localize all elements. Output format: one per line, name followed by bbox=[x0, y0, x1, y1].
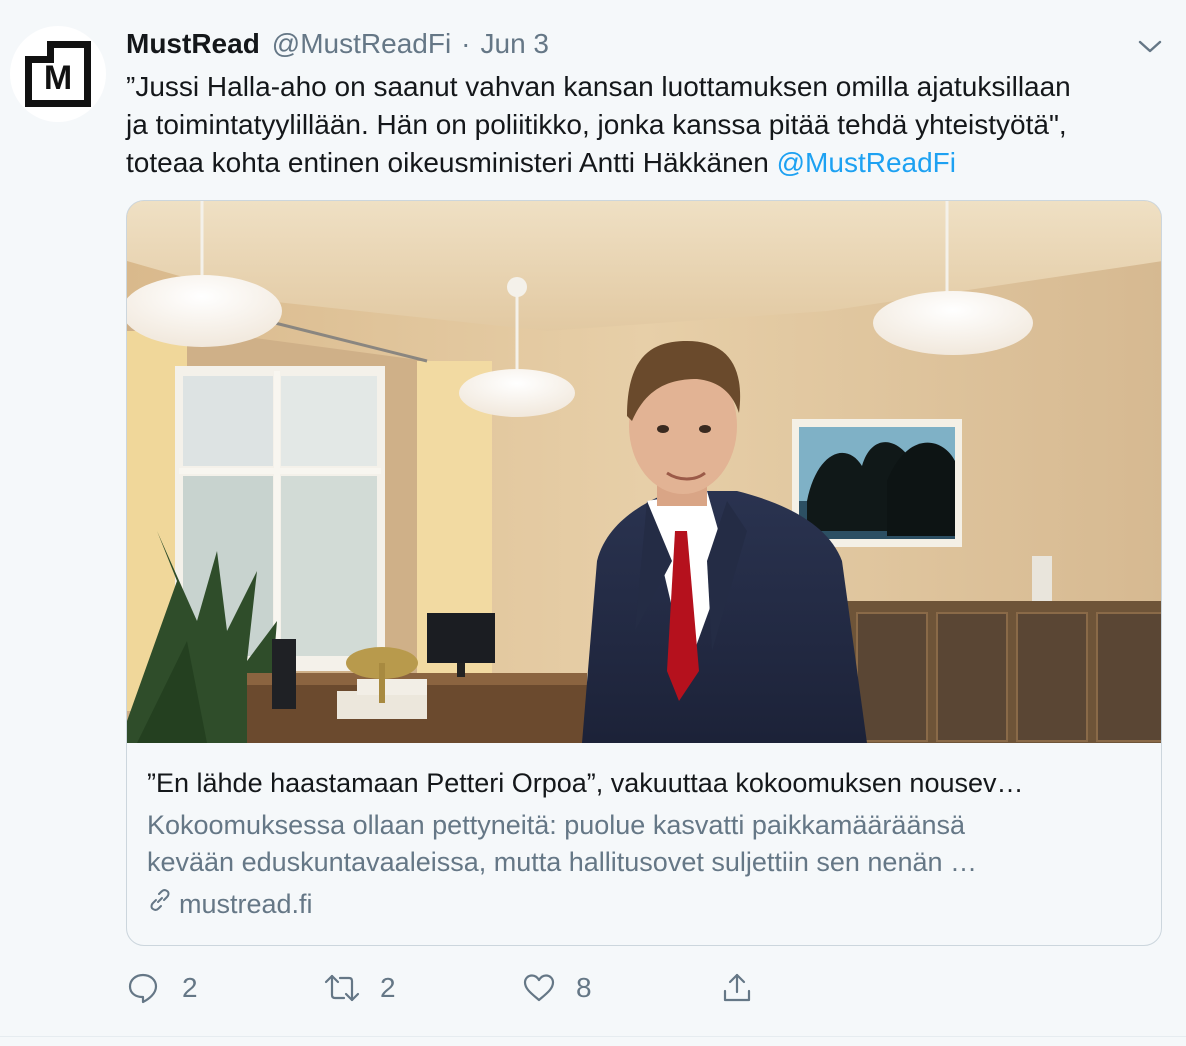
mustread-logo: M bbox=[25, 41, 91, 107]
link-card[interactable]: ”En lähde haastamaan Petteri Orpoa”, vak… bbox=[126, 200, 1162, 946]
retweet-icon bbox=[322, 971, 362, 1005]
chevron-down-icon[interactable] bbox=[1136, 32, 1164, 60]
tweet-actions: 2 2 8 bbox=[126, 968, 826, 1008]
divider bbox=[0, 1036, 1186, 1037]
like-button[interactable]: 8 bbox=[522, 968, 592, 1008]
tweet-header: MustRead @MustReadFi · Jun 3 bbox=[126, 27, 549, 61]
tweet[interactable]: M MustRead @MustReadFi · Jun 3 ”Jussi Ha… bbox=[0, 0, 1186, 1046]
link-icon bbox=[147, 887, 179, 921]
retweet-count: 2 bbox=[380, 972, 396, 1003]
tweet-text-line: toteaa kohta entinen oikeusministeri Ant… bbox=[126, 144, 1171, 182]
like-icon bbox=[522, 971, 556, 1005]
card-domain[interactable]: mustread.fi bbox=[147, 887, 1147, 921]
reply-count: 2 bbox=[182, 972, 198, 1003]
card-title[interactable]: ”En lähde haastamaan Petteri Orpoa”, vak… bbox=[147, 763, 1147, 803]
tweet-text-segment: toteaa kohta entinen oikeusministeri Ant… bbox=[126, 147, 777, 178]
display-name[interactable]: MustRead bbox=[126, 28, 260, 60]
mention-link[interactable]: @MustReadFi bbox=[777, 147, 956, 178]
share-icon bbox=[720, 971, 754, 1005]
retweet-button[interactable]: 2 bbox=[322, 968, 396, 1008]
tweet-date[interactable]: Jun 3 bbox=[481, 28, 550, 60]
like-count: 8 bbox=[576, 972, 592, 1003]
card-body: ”En lähde haastamaan Petteri Orpoa”, vak… bbox=[147, 763, 1147, 921]
reply-button[interactable]: 2 bbox=[126, 968, 198, 1008]
card-description-line: kevään eduskuntavaaleissa, mutta hallitu… bbox=[147, 847, 977, 877]
card-image[interactable] bbox=[127, 201, 1161, 743]
card-description: Kokoomuksessa ollaan pettyneitä: puolue … bbox=[147, 807, 1147, 881]
share-button[interactable] bbox=[720, 968, 754, 1008]
avatar[interactable]: M bbox=[10, 26, 106, 122]
tweet-text-line: ja toimintatyylillään. Hän on poliitikko… bbox=[126, 109, 1067, 140]
card-description-line: Kokoomuksessa ollaan pettyneitä: puolue … bbox=[147, 810, 965, 840]
tweet-text-line: ”Jussi Halla-aho on saanut vahvan kansan… bbox=[126, 71, 1071, 102]
logo-letter: M bbox=[43, 59, 73, 97]
card-domain-text: mustread.fi bbox=[179, 889, 313, 919]
tweet-text: ”Jussi Halla-aho on saanut vahvan kansan… bbox=[126, 68, 1171, 182]
separator-dot: · bbox=[461, 28, 471, 59]
reply-icon bbox=[126, 971, 160, 1005]
user-handle[interactable]: @MustReadFi bbox=[272, 28, 451, 60]
